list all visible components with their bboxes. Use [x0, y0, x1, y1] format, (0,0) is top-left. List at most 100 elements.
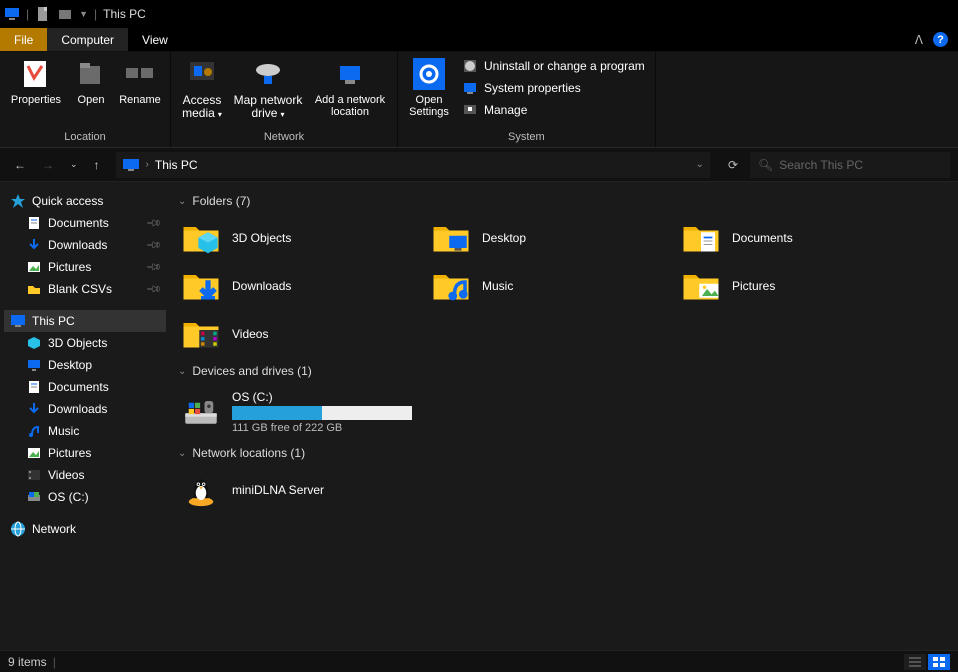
folder-item[interactable]: 3D Objects — [174, 214, 424, 262]
minimize-ribbon-icon[interactable]: ᐱ — [915, 33, 923, 47]
nav-back-button[interactable]: ← — [8, 154, 32, 176]
address-dropdown-icon[interactable]: ⌄ — [696, 159, 704, 170]
sidebar-pinned-item[interactable]: Blank CSVs📌︎ — [4, 278, 166, 300]
nav-row: ← → ⌄ ↑ › This PC ⌄ ⟳ 🔍︎ Search This PC — [0, 148, 958, 182]
ribbon-group-network: Access media ▾ Map network drive ▾ Add a… — [171, 52, 398, 147]
side-item-icon — [26, 467, 42, 483]
section-header-netloc[interactable]: ⌄ Network locations (1) — [174, 440, 958, 466]
map-network-drive-button[interactable]: Map network drive ▾ — [231, 54, 305, 121]
folder-item[interactable]: Music — [424, 262, 674, 310]
side-item-label: 3D Objects — [48, 336, 107, 350]
statusbar-text: 9 items — [8, 655, 47, 669]
sidebar-pc-child[interactable]: Music — [4, 420, 166, 442]
uninstall-program-button[interactable]: Uninstall or change a program — [458, 56, 649, 76]
search-icon: 🔍︎ — [758, 158, 773, 172]
drive-usage-bar — [232, 406, 412, 420]
address-path: This PC — [155, 158, 198, 172]
side-item-label: Videos — [48, 468, 84, 482]
folder-item[interactable]: Desktop — [424, 214, 674, 262]
side-item-icon — [26, 335, 42, 351]
side-item-icon — [26, 445, 42, 461]
rename-button[interactable]: Rename — [116, 54, 164, 106]
sidebar-pc-child[interactable]: OS (C:) — [4, 486, 166, 508]
add-network-location-button[interactable]: Add a network location — [309, 54, 391, 118]
view-tiles-button[interactable] — [928, 654, 950, 670]
sidebar-this-pc[interactable]: This PC — [4, 310, 166, 332]
folder-item[interactable]: Downloads — [174, 262, 424, 310]
network-location-item[interactable]: miniDLNA Server — [174, 466, 958, 514]
tab-file[interactable]: File — [0, 28, 47, 51]
netloc-grid: miniDLNA Server — [174, 466, 958, 514]
folder-icon — [680, 220, 722, 256]
chevron-down-icon: ⌄ — [178, 196, 186, 207]
drive-item[interactable]: OS (C:) 111 GB free of 222 GB — [174, 384, 958, 440]
drive-free-text: 111 GB free of 222 GB — [232, 422, 412, 434]
refresh-button[interactable]: ⟳ — [720, 158, 746, 172]
tab-view[interactable]: View — [128, 28, 182, 51]
statusbar: 9 items | — [0, 650, 958, 672]
folder-item[interactable]: Pictures — [674, 262, 924, 310]
sidebar-pc-child[interactable]: Documents — [4, 376, 166, 398]
search-box[interactable]: 🔍︎ Search This PC — [750, 152, 950, 178]
nav-up-button[interactable]: ↑ — [88, 154, 106, 176]
nav-history-dropdown[interactable]: ⌄ — [64, 155, 84, 174]
nav-forward-button[interactable]: → — [36, 154, 60, 176]
view-details-button[interactable] — [904, 654, 926, 670]
sidebar-pinned-item[interactable]: Downloads📌︎ — [4, 234, 166, 256]
access-media-button[interactable]: Access media ▾ — [177, 54, 227, 121]
pc-icon — [10, 313, 26, 329]
sidebar-pinned-item[interactable]: Documents📌︎ — [4, 212, 166, 234]
sidebar-network[interactable]: Network — [4, 518, 166, 540]
side-item-icon — [26, 379, 42, 395]
rename-icon — [124, 58, 156, 90]
chevron-down-icon: ⌄ — [178, 448, 186, 459]
group-label-system: System — [404, 129, 649, 145]
pin-icon: 📌︎ — [145, 281, 162, 298]
folder-icon — [430, 268, 472, 304]
folder-icon — [180, 220, 222, 256]
help-icon[interactable]: ? — [933, 32, 948, 47]
qa-folder-icon[interactable] — [57, 6, 73, 22]
folder-item[interactable]: Documents — [674, 214, 924, 262]
open-settings-button[interactable]: Open Settings — [404, 54, 454, 118]
properties-button[interactable]: Properties — [6, 54, 66, 106]
side-item-icon — [26, 489, 42, 505]
netloc-label: miniDLNA Server — [232, 483, 324, 497]
pin-icon: 📌︎ — [145, 237, 162, 254]
ribbon-tabs: File Computer View ᐱ ? — [0, 28, 958, 52]
folder-label: Downloads — [232, 279, 291, 293]
sidebar-pc-child[interactable]: Pictures — [4, 442, 166, 464]
section-header-folders[interactable]: ⌄ Folders (7) — [174, 188, 958, 214]
sidebar-quick-access[interactable]: Quick access — [4, 190, 166, 212]
tab-computer[interactable]: Computer — [47, 28, 128, 51]
side-item-label: Documents — [48, 216, 109, 230]
app-monitor-icon — [4, 6, 20, 22]
side-item-icon — [26, 423, 42, 439]
ribbon-group-system: Open Settings Uninstall or change a prog… — [398, 52, 656, 147]
side-item-icon — [26, 259, 42, 275]
drive-icon — [180, 394, 222, 430]
manage-icon — [462, 102, 478, 118]
properties-icon — [20, 58, 52, 90]
drive-label: OS (C:) — [232, 390, 412, 404]
sidebar-pinned-item[interactable]: Pictures📌︎ — [4, 256, 166, 278]
nav-sidebar: Quick access Documents📌︎Downloads📌︎Pictu… — [0, 182, 170, 650]
qa-dropdown-icon[interactable]: ▼ — [79, 9, 88, 19]
sidebar-pc-child[interactable]: Videos — [4, 464, 166, 486]
address-bar[interactable]: › This PC ⌄ — [116, 152, 710, 178]
system-properties-button[interactable]: System properties — [458, 78, 649, 98]
manage-button[interactable]: Manage — [458, 100, 649, 120]
access-media-icon — [186, 58, 218, 90]
qa-document-icon[interactable] — [35, 6, 51, 22]
sidebar-pc-child[interactable]: 3D Objects — [4, 332, 166, 354]
sidebar-pc-child[interactable]: Downloads — [4, 398, 166, 420]
open-button[interactable]: Open — [70, 54, 112, 106]
qa-separator-2: | — [94, 7, 97, 21]
chevron-right-icon[interactable]: › — [146, 159, 149, 170]
side-item-label: Downloads — [48, 402, 107, 416]
folder-item[interactable]: Videos — [174, 310, 424, 358]
ribbon: Properties Open Rename Location — [0, 52, 958, 148]
folder-icon — [430, 220, 472, 256]
sidebar-pc-child[interactable]: Desktop — [4, 354, 166, 376]
section-header-drives[interactable]: ⌄ Devices and drives (1) — [174, 358, 958, 384]
